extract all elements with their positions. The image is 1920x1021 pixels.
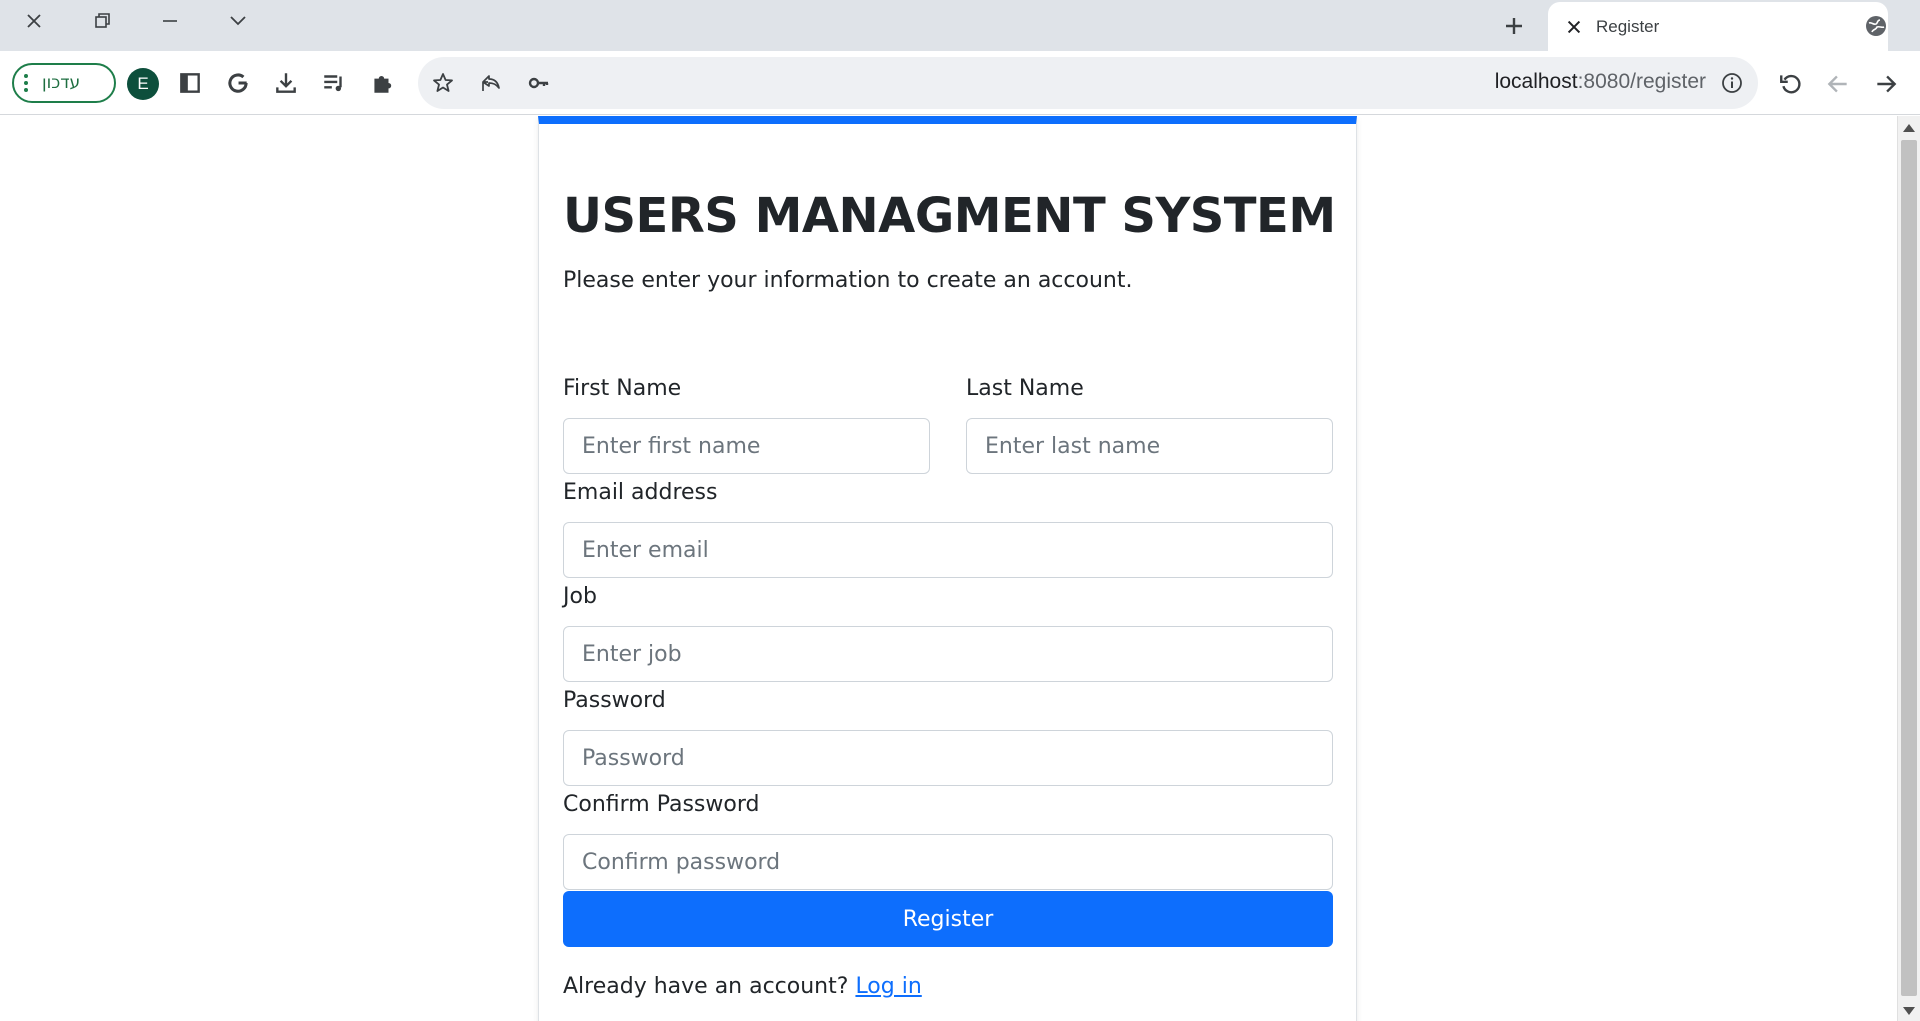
last-name-label: Last Name (966, 376, 1084, 401)
downloads-button[interactable] (272, 69, 300, 97)
reload-icon (1780, 74, 1801, 94)
puzzle-icon (374, 75, 392, 93)
playlist-icon (324, 75, 342, 92)
plus-icon (1506, 18, 1522, 34)
tab-title: Register (1596, 16, 1660, 36)
email-input[interactable] (563, 522, 1333, 578)
close-icon (1567, 20, 1581, 33)
tab-register[interactable]: Register (1548, 2, 1888, 51)
globe-icon (1864, 14, 1888, 38)
profile-avatar[interactable]: E (127, 68, 159, 100)
google-icon (228, 73, 248, 93)
job-input[interactable] (563, 626, 1333, 682)
minimize-icon (163, 20, 177, 22)
tab-close-button[interactable] (1564, 17, 1584, 37)
info-icon (1722, 73, 1742, 93)
update-button-label: עדכון (42, 73, 81, 93)
forward-button[interactable] (1871, 69, 1901, 99)
email-label: Email address (563, 480, 718, 505)
tab-strip: Register (0, 0, 1920, 51)
tab-search-button[interactable] (204, 0, 272, 42)
share-button[interactable] (478, 70, 504, 96)
chevron-down-icon (230, 16, 246, 26)
job-label: Job (563, 584, 597, 609)
close-icon (27, 14, 41, 28)
site-info-button[interactable] (1720, 71, 1744, 95)
page-viewport: USERS MANAGMENT SYSTEM Please enter your… (0, 116, 1897, 1021)
register-button[interactable]: Register (563, 891, 1333, 947)
minimize-window-button[interactable] (136, 0, 204, 42)
arrow-left-icon (1827, 75, 1847, 93)
new-tab-button[interactable] (1494, 6, 1534, 46)
back-button[interactable] (1823, 69, 1853, 99)
google-button[interactable] (224, 69, 252, 97)
first-name-label: First Name (563, 376, 682, 401)
last-name-input[interactable] (966, 418, 1333, 474)
arrow-right-icon (1877, 75, 1897, 93)
password-manager-button[interactable] (526, 70, 552, 96)
vertical-scrollbar[interactable] (1897, 116, 1920, 1021)
url-path: :8080/register (1577, 70, 1706, 93)
download-icon (276, 73, 296, 93)
update-button[interactable]: עדכון (12, 63, 116, 103)
login-prompt: Already have an account? Log in (563, 974, 922, 999)
close-window-button[interactable] (0, 0, 68, 42)
password-input[interactable] (563, 730, 1333, 786)
reading-list-button[interactable] (320, 69, 348, 97)
scroll-up-arrow-icon[interactable] (1903, 124, 1915, 132)
page-subtitle: Please enter your information to create … (563, 268, 1133, 293)
login-link[interactable]: Log in (855, 974, 921, 999)
url-host: localhost (1494, 70, 1578, 93)
confirm-password-input[interactable] (563, 834, 1333, 890)
page-title: USERS MANAGMENT SYSTEM (563, 188, 1336, 244)
bookmark-star-button[interactable] (430, 70, 456, 96)
reload-button[interactable] (1776, 69, 1806, 99)
side-panel-button[interactable] (176, 69, 204, 97)
scroll-down-arrow-icon[interactable] (1903, 1007, 1915, 1015)
key-icon (528, 77, 549, 89)
address-bar[interactable]: localhost:8080/register (418, 57, 1758, 109)
login-prompt-text: Already have an account? (563, 974, 849, 999)
more-vert-icon (24, 74, 28, 92)
url-text[interactable]: localhost:8080/register (1495, 70, 1706, 94)
password-label: Password (563, 688, 666, 713)
confirm-password-label: Confirm Password (563, 792, 760, 817)
side-panel-icon (180, 73, 200, 93)
restore-icon (95, 13, 110, 28)
register-card: USERS MANAGMENT SYSTEM Please enter your… (538, 116, 1357, 1021)
extensions-button[interactable] (368, 69, 396, 97)
share-icon (482, 75, 500, 91)
star-icon (433, 73, 453, 92)
first-name-input[interactable] (563, 418, 930, 474)
restore-window-button[interactable] (68, 0, 136, 42)
browser-toolbar: עדכון E localhost:8080/register (0, 51, 1920, 115)
scrollbar-thumb[interactable] (1901, 140, 1917, 996)
